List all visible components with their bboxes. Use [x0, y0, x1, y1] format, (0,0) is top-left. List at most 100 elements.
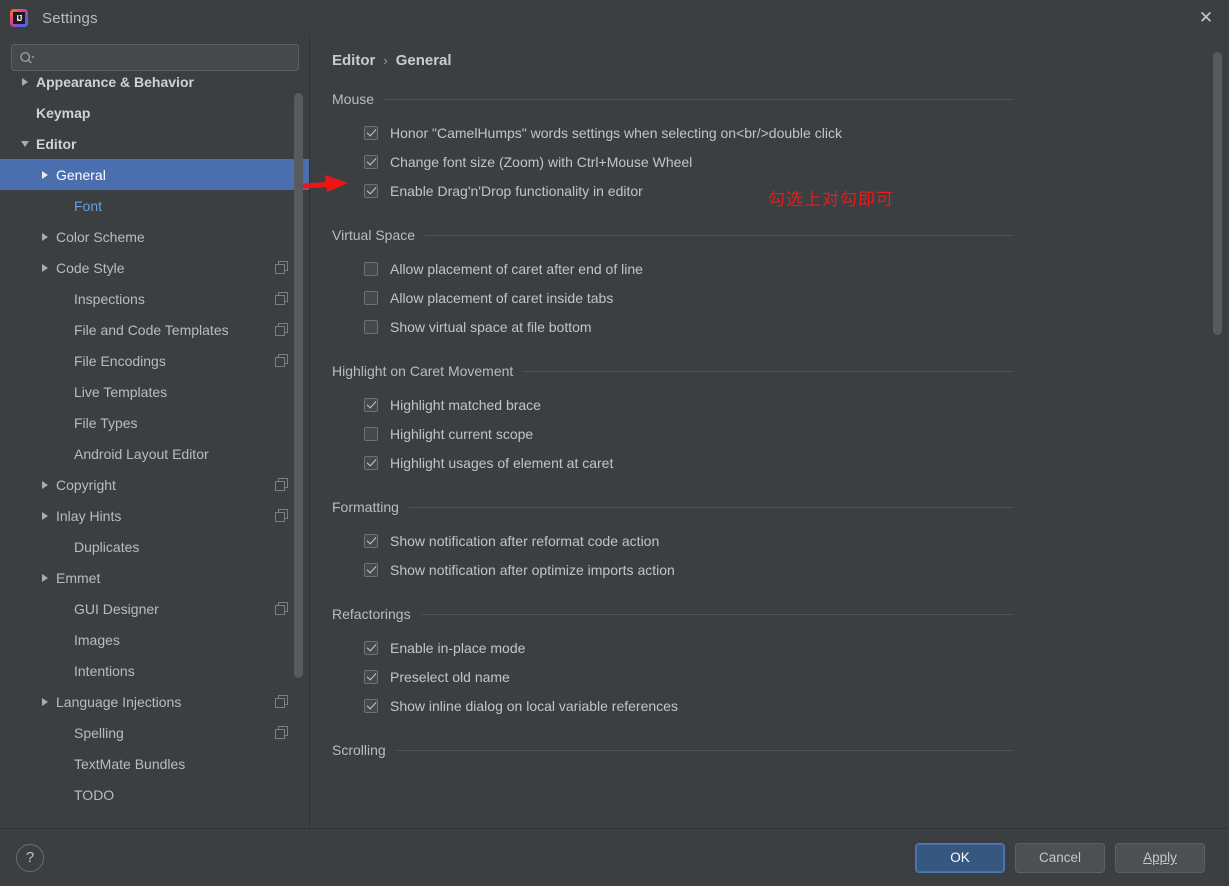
copy-icon[interactable] — [275, 261, 288, 274]
main-scrollbar-thumb[interactable] — [1213, 52, 1222, 335]
checkbox-row[interactable]: Allow placement of caret after end of li… — [364, 254, 1229, 283]
sidebar-item-label: Inspections — [74, 290, 145, 307]
sidebar-item-file-encodings[interactable]: File Encodings — [0, 345, 310, 376]
chevron-right-icon[interactable] — [38, 168, 52, 182]
copy-icon[interactable] — [275, 323, 288, 336]
checkbox-checked-icon[interactable] — [364, 562, 378, 577]
sidebar-item-label: File and Code Templates — [74, 321, 229, 338]
chevron-right-icon[interactable] — [38, 571, 52, 585]
sidebar-item-editor[interactable]: Editor — [0, 128, 310, 159]
checkbox-checked-icon[interactable] — [364, 455, 378, 470]
checkbox-row[interactable]: Allow placement of caret inside tabs — [364, 283, 1229, 312]
sidebar-item-language-injections[interactable]: Language Injections — [0, 686, 310, 717]
section-header: Highlight on Caret Movement — [332, 363, 1229, 379]
sidebar-item-todo[interactable]: TODO — [0, 779, 310, 810]
sidebar-item-intentions[interactable]: Intentions — [0, 655, 310, 686]
search-box[interactable] — [11, 44, 299, 71]
sidebar-item-font[interactable]: Font — [0, 190, 310, 221]
chevron-right-icon[interactable] — [38, 478, 52, 492]
chevron-right-icon[interactable] — [38, 509, 52, 523]
sidebar-item-copyright[interactable]: Copyright — [0, 469, 310, 500]
sidebar-item-images[interactable]: Images — [0, 624, 310, 655]
copy-icon[interactable] — [275, 292, 288, 305]
chevron-down-icon[interactable] — [18, 137, 32, 151]
copy-icon[interactable] — [275, 478, 288, 491]
sidebar-item-android-layout-editor[interactable]: Android Layout Editor — [0, 438, 310, 469]
copy-icon[interactable] — [275, 509, 288, 522]
sidebar-item-label: Appearance & Behavior — [36, 77, 194, 90]
checkbox-row[interactable]: Highlight matched brace — [364, 390, 1229, 419]
ok-button[interactable]: OK — [915, 842, 1005, 873]
checkbox-unchecked-icon[interactable] — [364, 290, 378, 305]
sidebar-item-code-style[interactable]: Code Style — [0, 252, 310, 283]
settings-dialog: IJ Settings ✕ Appearance & Behavior Keym… — [0, 0, 1229, 886]
search-input[interactable] — [35, 49, 298, 66]
sidebar-item-inspections[interactable]: Inspections — [0, 283, 310, 314]
sidebar-item-textmate-bundles[interactable]: TextMate Bundles — [0, 748, 310, 779]
checkbox-checked-icon[interactable] — [364, 669, 378, 684]
chevron-right-icon[interactable] — [18, 77, 32, 89]
sidebar-item-color-scheme[interactable]: Color Scheme — [0, 221, 310, 252]
checkbox-row[interactable]: Highlight current scope — [364, 419, 1229, 448]
section-header: Scrolling — [332, 742, 1229, 758]
section-divider — [523, 370, 1013, 372]
sidebar-item-label: Editor — [36, 135, 77, 152]
sidebar-item-gui-designer[interactable]: GUI Designer — [0, 593, 310, 624]
section-title: Formatting — [332, 499, 399, 515]
copy-icon[interactable] — [275, 726, 288, 739]
settings-sidebar: Appearance & Behavior Keymap Editor General… — [0, 36, 310, 828]
checkbox-unchecked-icon[interactable] — [364, 261, 378, 276]
checkbox-unchecked-icon[interactable] — [364, 426, 378, 441]
copy-icon[interactable] — [275, 354, 288, 367]
sidebar-item-keymap[interactable]: Keymap — [0, 97, 310, 128]
checkbox-row[interactable]: Show virtual space at file bottom — [364, 312, 1229, 341]
sidebar-item-inlay-hints[interactable]: Inlay Hints — [0, 500, 310, 531]
chevron-right-icon[interactable] — [38, 261, 52, 275]
cancel-button[interactable]: Cancel — [1015, 842, 1105, 873]
copy-icon[interactable] — [275, 695, 288, 708]
sidebar-scrollbar-track[interactable] — [294, 77, 303, 828]
section-header: Formatting — [332, 499, 1229, 515]
sidebar-item-live-templates[interactable]: Live Templates — [0, 376, 310, 407]
checkbox-row[interactable]: Enable in-place mode — [364, 633, 1229, 662]
copy-icon[interactable] — [275, 602, 288, 615]
checkbox-checked-icon[interactable] — [364, 154, 378, 169]
sidebar-item-emmet[interactable]: Emmet — [0, 562, 310, 593]
checkbox-checked-icon[interactable] — [364, 125, 378, 140]
sidebar-item-label: Inlay Hints — [56, 507, 122, 524]
checkbox-row[interactable]: Show notification after reformat code ac… — [364, 526, 1229, 555]
chevron-right-icon[interactable] — [38, 695, 52, 709]
checkbox-row[interactable]: Show inline dialog on local variable ref… — [364, 691, 1229, 720]
sidebar-scrollbar-thumb[interactable] — [294, 93, 303, 678]
sidebar-item-file-types[interactable]: File Types — [0, 407, 310, 438]
checkbox-row[interactable]: Honor "CamelHumps" words settings when s… — [364, 118, 1229, 147]
sidebar-item-label: General — [56, 166, 106, 183]
checkbox-unchecked-icon[interactable] — [364, 319, 378, 334]
section-formatting: Formatting Show notification after reform… — [332, 499, 1229, 584]
main-scroll-content: Editor › General Mouse Honor "CamelHumps"… — [310, 52, 1229, 758]
section-title: Virtual Space — [332, 227, 416, 243]
checkbox-row[interactable]: Show notification after optimize imports… — [364, 555, 1229, 584]
checkbox-checked-icon[interactable] — [364, 698, 378, 713]
checkbox-row[interactable]: Change font size (Zoom) with Ctrl+Mouse … — [364, 147, 1229, 176]
sidebar-item-label: Color Scheme — [56, 228, 145, 245]
sidebar-item-label: TextMate Bundles — [74, 755, 186, 772]
sidebar-item-spelling[interactable]: Spelling — [0, 717, 310, 748]
sidebar-item-label: TODO — [74, 786, 115, 803]
checkbox-row[interactable]: Preselect old name — [364, 662, 1229, 691]
sidebar-item-duplicates[interactable]: Duplicates — [0, 531, 310, 562]
checkbox-checked-icon[interactable] — [364, 397, 378, 412]
checkbox-checked-icon[interactable] — [364, 533, 378, 548]
help-button[interactable]: ? — [16, 843, 44, 872]
sidebar-item-general[interactable]: General — [0, 159, 310, 190]
apply-button[interactable]: Apply — [1115, 842, 1205, 873]
checkbox-checked-icon[interactable] — [364, 640, 378, 655]
checkbox-checked-icon[interactable] — [364, 183, 378, 198]
close-icon[interactable]: ✕ — [1183, 0, 1229, 36]
sidebar-item-file-and-code-templates[interactable]: File and Code Templates — [0, 314, 310, 345]
breadcrumb-parent[interactable]: Editor — [332, 52, 375, 69]
sidebar-item-appearance-behavior[interactable]: Appearance & Behavior — [0, 77, 310, 97]
chevron-right-icon[interactable] — [38, 230, 52, 244]
main-scrollbar-track[interactable] — [1213, 36, 1222, 828]
checkbox-row[interactable]: Highlight usages of element at caret — [364, 448, 1229, 477]
